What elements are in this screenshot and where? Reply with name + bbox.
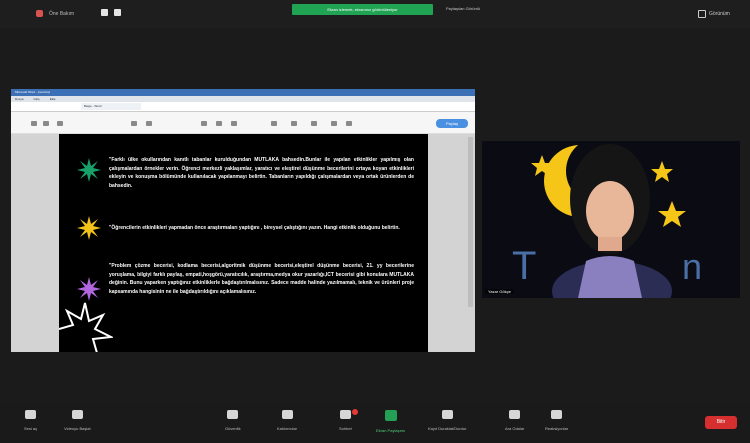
- view-label: Görünüm: [709, 11, 730, 17]
- camera-icon: [71, 410, 83, 419]
- control-label: Güvenlik: [225, 426, 241, 431]
- record-button[interactable]: Kayıt Duraklat/Durdur: [428, 410, 466, 431]
- control-label: Ekran Paylaşımı: [376, 428, 406, 433]
- format-icon[interactable]: [57, 121, 63, 126]
- paragraph: "Öğrencilerin etkinlikleri yapmadan önce…: [109, 225, 400, 231]
- svg-text:T: T: [512, 244, 536, 288]
- doc-toolbar: Paylaş: [11, 112, 475, 134]
- indent-icon[interactable]: [231, 121, 237, 126]
- share-button[interactable]: Paylaş: [436, 119, 468, 128]
- control-label: Videoyu Başlat: [64, 426, 91, 431]
- video-feed: T n: [482, 141, 740, 298]
- breakout-rooms-button[interactable]: Ara Odalar: [505, 410, 524, 431]
- grid-icon: [698, 10, 706, 18]
- style-icon[interactable]: [271, 121, 277, 126]
- image-icon[interactable]: [331, 121, 337, 126]
- list-icon[interactable]: [216, 121, 222, 126]
- chat-icon: [339, 410, 351, 419]
- mute-button[interactable]: Sesi aç: [24, 410, 37, 431]
- bold-icon[interactable]: [146, 121, 152, 126]
- app-indicator[interactable]: Öne Bakım: [36, 10, 74, 17]
- shared-screen: Microsoft Word - Çevrimiçi Dosya Giriş E…: [11, 89, 475, 352]
- paragraph: "Farklı ülke okullarından kanıtlı tabanl…: [109, 157, 414, 189]
- redo-icon[interactable]: [43, 121, 49, 126]
- end-meeting-button[interactable]: Bitir: [705, 416, 737, 429]
- control-label: Sesi aç: [24, 426, 38, 431]
- table-icon[interactable]: [346, 121, 352, 126]
- share-dropdown[interactable]: Paylaşılan Görüntü: [446, 6, 480, 11]
- control-label: Ara Odalar: [505, 426, 525, 431]
- window-title: Microsoft Word - Çevrimiçi: [11, 89, 475, 96]
- control-label: Sohbet: [339, 426, 352, 431]
- app-icon: [36, 10, 43, 17]
- doc-tab[interactable]: Belge - Word: [81, 103, 141, 110]
- chat-button[interactable]: Sohbet: [339, 410, 352, 431]
- control-icon[interactable]: [114, 9, 121, 16]
- smile-icon: [551, 410, 563, 419]
- window-controls: [101, 9, 121, 16]
- doc-tabbar: Belge - Word: [11, 102, 475, 112]
- control-label: Reaksiyonlar: [545, 426, 569, 431]
- view-button[interactable]: Görünüm: [698, 10, 730, 18]
- participants-icon: [281, 410, 293, 419]
- page-gutter-left: [11, 134, 59, 352]
- comment-icon[interactable]: [311, 121, 317, 126]
- chat-badge: [352, 409, 358, 415]
- link-icon[interactable]: [291, 121, 297, 126]
- app-label: Öne Bakım: [49, 10, 75, 17]
- video-button[interactable]: Videoyu Başlat: [64, 410, 91, 431]
- control-label: Katılımcılar: [277, 426, 298, 431]
- security-button[interactable]: Güvenlik: [225, 410, 241, 431]
- svg-text:n: n: [682, 246, 702, 287]
- undo-icon[interactable]: [31, 121, 37, 126]
- starburst-outline-icon: [59, 302, 113, 352]
- starburst-bullet-icon: [77, 216, 101, 240]
- font-icon[interactable]: [131, 121, 137, 126]
- starburst-bullet-icon: [77, 158, 101, 182]
- starburst-bullet-icon: [77, 277, 101, 301]
- scrollbar[interactable]: [468, 137, 473, 307]
- document-page: "Farklı ülke okullarından kanıtlı tabanl…: [59, 134, 428, 352]
- participants-button[interactable]: Katılımcılar: [277, 410, 297, 431]
- participant-video[interactable]: T n: [482, 141, 740, 298]
- control-icon[interactable]: [101, 9, 108, 16]
- shield-icon: [227, 410, 239, 419]
- participant-name: Yazar Gökçe: [485, 289, 514, 294]
- grid-icon: [509, 410, 521, 419]
- pause-stop-icon: [441, 410, 453, 419]
- paragraph: "Problem çözme becerisi, kodlama beceris…: [109, 263, 414, 295]
- control-label: Kayıt Duraklat/Durdur: [428, 426, 467, 431]
- meeting-controls: Sesi aç Videoyu Başlat Güvenlik Katılımc…: [0, 402, 750, 443]
- microphone-icon: [25, 410, 37, 419]
- align-icon[interactable]: [201, 121, 207, 126]
- share-screen-button[interactable]: Ekran Paylaşımı: [376, 410, 405, 433]
- sharing-banner[interactable]: Ekran izlemek, ekranınız görüntüleniyor: [292, 4, 433, 15]
- share-screen-icon: [384, 410, 397, 421]
- meeting-topbar: Öne Bakım Ekran izlemek, ekranınız görün…: [0, 0, 750, 28]
- reactions-button[interactable]: Reaksiyonlar: [545, 410, 568, 431]
